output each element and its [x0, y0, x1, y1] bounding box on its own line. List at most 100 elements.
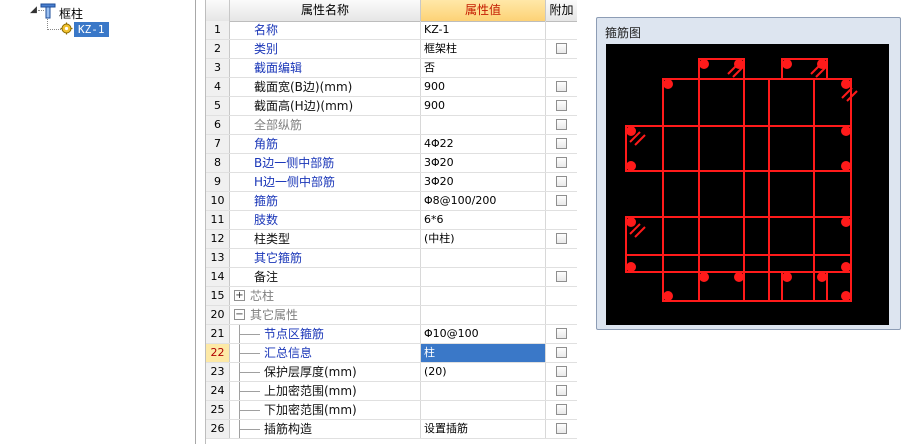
attach-checkbox[interactable]	[556, 404, 567, 415]
property-name-cell[interactable]: 保护层厚度(mm)	[230, 363, 421, 381]
grid-row[interactable]: 5 截面高(H边)(mm) 900	[206, 97, 577, 116]
attach-checkbox[interactable]	[556, 43, 567, 54]
property-name-cell[interactable]: − 其它属性	[230, 306, 421, 324]
grid-row[interactable]: 26 插筋构造 设置插筋	[206, 420, 577, 439]
property-value-cell[interactable]: 3Φ20	[421, 154, 546, 172]
tree-item-kz1[interactable]: KZ-1	[74, 22, 109, 37]
property-value-cell[interactable]	[421, 401, 546, 419]
attach-checkbox[interactable]	[556, 366, 567, 377]
property-value-cell[interactable]: 3Φ20	[421, 173, 546, 191]
property-value-cell[interactable]	[421, 249, 546, 267]
property-name-cell[interactable]: + 芯柱	[230, 287, 421, 305]
grid-row[interactable]: 13 其它箍筋	[206, 249, 577, 268]
tree-line	[240, 391, 260, 392]
tree-root-label[interactable]: 框柱	[59, 5, 83, 22]
property-name-cell[interactable]: 截面宽(B边)(mm)	[230, 78, 421, 96]
tree-line	[240, 334, 260, 335]
property-value-cell[interactable]: 900	[421, 78, 546, 96]
expand-icon[interactable]: +	[234, 290, 245, 301]
property-name-cell[interactable]: 肢数	[230, 211, 421, 229]
collapse-icon[interactable]: −	[234, 309, 245, 320]
grid-row[interactable]: 23 保护层厚度(mm) (20)	[206, 363, 577, 382]
property-value-cell[interactable]: Φ8@100/200	[421, 192, 546, 210]
attach-checkbox[interactable]	[556, 423, 567, 434]
grid-row[interactable]: 2 类别 框架柱	[206, 40, 577, 59]
property-name-cell[interactable]: 汇总信息	[230, 344, 421, 362]
grid-row[interactable]: 1 名称 KZ-1	[206, 21, 577, 40]
grid-row[interactable]: 3 截面编辑 否	[206, 59, 577, 78]
grid-row[interactable]: 4 截面宽(B边)(mm) 900	[206, 78, 577, 97]
grid-row[interactable]: 14 备注	[206, 268, 577, 287]
tree-collapse-toggle[interactable]: ◢	[30, 5, 37, 15]
attach-checkbox[interactable]	[556, 100, 567, 111]
property-value-cell[interactable]	[421, 287, 546, 305]
property-value-cell[interactable]: 6*6	[421, 211, 546, 229]
property-name-cell[interactable]: 名称	[230, 21, 421, 39]
property-value-cell[interactable]: (中柱)	[421, 230, 546, 248]
property-name-cell[interactable]: 全部纵筋	[230, 116, 421, 134]
property-name-cell[interactable]: 节点区箍筋	[230, 325, 421, 343]
property-value-cell[interactable]: 否	[421, 59, 546, 77]
property-value-cell[interactable]: 4Φ22	[421, 135, 546, 153]
rebar-dot	[734, 59, 744, 69]
property-name-cell[interactable]: 截面编辑	[230, 59, 421, 77]
attach-checkbox[interactable]	[556, 138, 567, 149]
grid-row[interactable]: 24 上加密范围(mm)	[206, 382, 577, 401]
stirrup-preview-panel: 箍筋图	[596, 17, 901, 330]
header-property-value[interactable]: 属性值	[421, 0, 546, 21]
property-name: 全部纵筋	[254, 118, 303, 132]
grid-row[interactable]: 11 肢数 6*6	[206, 211, 577, 230]
grid-row[interactable]: 15 + 芯柱	[206, 287, 577, 306]
attach-checkbox[interactable]	[556, 271, 567, 282]
property-name-cell[interactable]: 其它箍筋	[230, 249, 421, 267]
property-name-cell[interactable]: 柱类型	[230, 230, 421, 248]
grid-row[interactable]: 10 箍筋 Φ8@100/200	[206, 192, 577, 211]
attach-checkbox[interactable]	[556, 385, 567, 396]
row-number: 23	[206, 363, 230, 381]
property-value-cell[interactable]: 框架柱	[421, 40, 546, 58]
attach-checkbox[interactable]	[556, 81, 567, 92]
property-name-cell[interactable]: 备注	[230, 268, 421, 286]
property-name-cell[interactable]: 下加密范围(mm)	[230, 401, 421, 419]
property-value-cell[interactable]: 设置插筋	[421, 420, 546, 438]
property-value-cell[interactable]	[421, 268, 546, 286]
property-value-cell[interactable]	[421, 382, 546, 400]
property-value-cell[interactable]: KZ-1	[421, 21, 546, 39]
property-name-cell[interactable]: H边一侧中部筋	[230, 173, 421, 191]
attach-cell	[546, 306, 577, 324]
property-value-cell[interactable]: 900	[421, 97, 546, 115]
attach-checkbox[interactable]	[556, 347, 567, 358]
property-name: 类别	[254, 42, 279, 56]
grid-row[interactable]: 6 全部纵筋	[206, 116, 577, 135]
header-property-name[interactable]: 属性名称	[230, 0, 421, 21]
grid-row[interactable]: 25 下加密范围(mm)	[206, 401, 577, 420]
attach-cell	[546, 268, 577, 286]
header-attach[interactable]: 附加	[546, 0, 577, 21]
property-name-cell[interactable]: 类别	[230, 40, 421, 58]
property-value-cell[interactable]: (20)	[421, 363, 546, 381]
grid-row[interactable]: 21 节点区箍筋 Φ10@100	[206, 325, 577, 344]
grid-row[interactable]: 7 角筋 4Φ22	[206, 135, 577, 154]
property-name-cell[interactable]: B边一侧中部筋	[230, 154, 421, 172]
grid-row[interactable]: 12 柱类型 (中柱)	[206, 230, 577, 249]
attach-cell	[546, 382, 577, 400]
attach-checkbox[interactable]	[556, 119, 567, 130]
grid-row[interactable]: 20− 其它属性	[206, 306, 577, 325]
grid-row[interactable]: 8 B边一侧中部筋 3Φ20	[206, 154, 577, 173]
attach-checkbox[interactable]	[556, 157, 567, 168]
grid-row[interactable]: 9 H边一侧中部筋 3Φ20	[206, 173, 577, 192]
attach-checkbox[interactable]	[556, 195, 567, 206]
property-name-cell[interactable]: 角筋	[230, 135, 421, 153]
property-value-cell[interactable]: Φ10@100	[421, 325, 546, 343]
property-value-cell[interactable]	[421, 116, 546, 134]
property-value-cell[interactable]: 柱	[421, 344, 546, 362]
property-name-cell[interactable]: 插筋构造	[230, 420, 421, 438]
property-name-cell[interactable]: 截面高(H边)(mm)	[230, 97, 421, 115]
attach-checkbox[interactable]	[556, 176, 567, 187]
attach-checkbox[interactable]	[556, 328, 567, 339]
property-name-cell[interactable]: 箍筋	[230, 192, 421, 210]
property-value-cell[interactable]	[421, 306, 546, 324]
attach-checkbox[interactable]	[556, 233, 567, 244]
property-name-cell[interactable]: 上加密范围(mm)	[230, 382, 421, 400]
grid-row[interactable]: 22 汇总信息 柱	[206, 344, 577, 363]
